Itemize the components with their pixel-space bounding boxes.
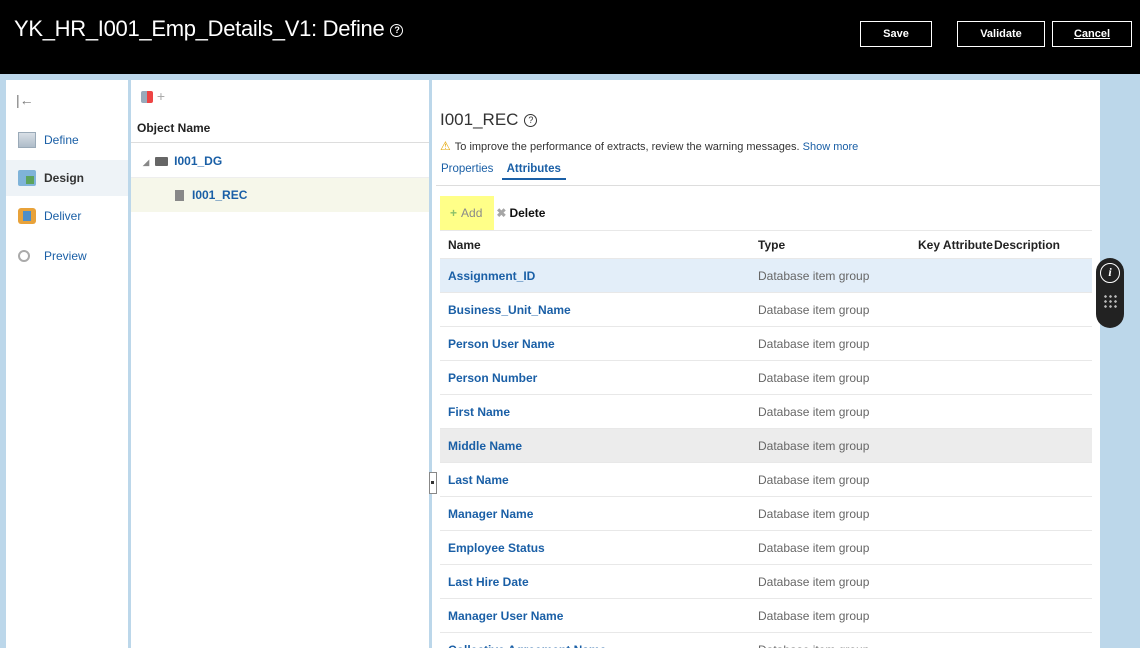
tab-divider: [436, 185, 1100, 186]
table-row[interactable]: Manager Name Database item group: [440, 496, 1092, 530]
record-detail-panel: I001_REC? ⚠ To improve the performance of…: [432, 80, 1100, 648]
attribute-name[interactable]: Middle Name: [448, 429, 522, 463]
warning-icon: ⚠: [440, 139, 451, 153]
attribute-type: Database item group: [758, 269, 870, 283]
preview-icon: [18, 250, 30, 262]
record-icon: [175, 190, 184, 202]
table-row[interactable]: Employee Status Database item group: [440, 530, 1092, 564]
table-row[interactable]: Last Hire Date Database item group: [440, 564, 1092, 598]
attribute-name[interactable]: Employee Status: [448, 531, 545, 565]
attribute-type: Database item group: [758, 575, 870, 589]
deliver-icon: [18, 208, 36, 224]
data-group-icon[interactable]: [141, 91, 153, 104]
tree-toolbar: +: [141, 88, 165, 104]
table-row[interactable]: Business_Unit_Name Database item group: [440, 292, 1092, 326]
help-icon[interactable]: ?: [390, 23, 404, 37]
nav-item-label: Define: [44, 133, 79, 147]
attribute-type: Database item group: [758, 507, 870, 521]
attribute-name[interactable]: Manager User Name: [448, 599, 563, 633]
attribute-type: Database item group: [758, 633, 869, 648]
delete-label: Delete: [509, 206, 546, 220]
add-button[interactable]: + Add: [440, 196, 495, 230]
plus-icon: +: [450, 206, 458, 220]
delete-x-icon: ✖: [496, 206, 507, 220]
show-more-link[interactable]: Show more: [803, 141, 859, 153]
attribute-name[interactable]: Person User Name: [448, 327, 555, 361]
delete-button[interactable]: ✖ Delete: [494, 196, 545, 230]
column-header-description[interactable]: Description: [994, 231, 1060, 259]
attribute-name[interactable]: Last Name: [448, 463, 509, 497]
tree-node-data-group[interactable]: ◢ I001_DG: [131, 144, 429, 178]
tab-properties[interactable]: Properties: [436, 160, 498, 178]
attribute-name[interactable]: Business_Unit_Name: [448, 293, 571, 327]
panel-splitter-handle[interactable]: [429, 472, 437, 494]
page-title-text: YK_HR_I001_Emp_Details_V1: Define: [14, 16, 385, 41]
help-icon[interactable]: ?: [524, 114, 538, 128]
add-label: Add: [461, 206, 483, 220]
table-row[interactable]: Person Number Database item group: [440, 360, 1092, 394]
nav-item-design[interactable]: Design: [6, 160, 128, 196]
table-row[interactable]: Manager User Name Database item group: [440, 598, 1092, 632]
attribute-type: Database item group: [758, 337, 870, 351]
collapse-panel-icon[interactable]: |←: [16, 92, 34, 108]
attribute-name[interactable]: Manager Name: [448, 497, 533, 531]
attributes-table: Name Type Key Attribute Description Assi…: [440, 230, 1092, 648]
performance-warning: ⚠ To improve the performance of extracts,…: [440, 139, 858, 153]
column-header-key-attribute[interactable]: Key Attribute: [918, 231, 993, 259]
nav-item-label: Deliver: [44, 209, 82, 223]
attribute-name[interactable]: First Name: [448, 395, 510, 429]
attribute-name[interactable]: Assignment_ID: [448, 259, 535, 293]
left-navigation: |← Define Design Deliver Preview: [6, 80, 128, 648]
cancel-button[interactable]: Cancel: [1052, 21, 1132, 47]
nav-item-label: Preview: [44, 249, 87, 263]
record-title-text: I001_REC: [440, 110, 519, 129]
record-title: I001_REC?: [440, 110, 538, 130]
table-header: Name Type Key Attribute Description: [440, 230, 1092, 258]
add-icon[interactable]: +: [157, 88, 165, 104]
attribute-type: Database item group: [758, 439, 870, 453]
attribute-name[interactable]: Collective Agreement Name: [448, 633, 606, 648]
attribute-type: Database item group: [758, 371, 870, 385]
floating-help-widget[interactable]: i: [1096, 258, 1124, 328]
tab-attributes[interactable]: Attributes: [501, 160, 566, 180]
tab-bar: Properties Attributes: [436, 160, 566, 188]
nav-item-preview[interactable]: Preview: [6, 238, 128, 274]
info-icon[interactable]: i: [1100, 263, 1120, 283]
page-header: YK_HR_I001_Emp_Details_V1: Define? Save …: [0, 0, 1140, 74]
warning-text: To improve the performance of extracts, …: [454, 141, 800, 153]
save-button[interactable]: Save: [860, 21, 932, 47]
attribute-name[interactable]: Last Hire Date: [448, 565, 529, 599]
define-icon: [18, 132, 36, 148]
column-header-name[interactable]: Name: [448, 231, 481, 259]
attribute-type: Database item group: [758, 541, 870, 555]
attributes-toolbar: + Add ✖ Delete: [440, 196, 545, 230]
tree-header: Object Name: [131, 113, 429, 143]
attribute-type: Database item group: [758, 609, 870, 623]
tree-node-label: I001_REC: [192, 188, 248, 202]
attribute-type: Database item group: [758, 303, 870, 317]
tree-node-record[interactable]: I001_REC: [131, 178, 429, 212]
column-header-type[interactable]: Type: [758, 231, 785, 259]
attribute-type: Database item group: [758, 473, 870, 487]
table-row[interactable]: Collective Agreement Name Database item g…: [440, 632, 1092, 648]
page-title: YK_HR_I001_Emp_Details_V1: Define?: [14, 16, 404, 42]
table-row[interactable]: First Name Database item group: [440, 394, 1092, 428]
expand-caret-icon[interactable]: ◢: [143, 158, 149, 167]
table-row[interactable]: Person User Name Database item group: [440, 326, 1092, 360]
attribute-type: Database item group: [758, 405, 870, 419]
table-row[interactable]: Middle Name Database item group: [440, 428, 1092, 462]
table-row[interactable]: Last Name Database item group: [440, 462, 1092, 496]
folder-icon: [155, 157, 169, 167]
nav-item-label: Design: [44, 171, 85, 185]
drag-grip-icon[interactable]: [1103, 294, 1117, 308]
design-icon: [18, 170, 36, 186]
table-row[interactable]: Assignment_ID Database item group: [440, 258, 1092, 292]
attribute-name[interactable]: Person Number: [448, 361, 537, 395]
nav-item-define[interactable]: Define: [6, 122, 128, 158]
object-tree-panel: + Object Name ◢ I001_DG I001_REC: [131, 80, 429, 648]
tree-node-label: I001_DG: [174, 154, 223, 168]
nav-item-deliver[interactable]: Deliver: [6, 198, 128, 234]
validate-button[interactable]: Validate: [957, 21, 1045, 47]
